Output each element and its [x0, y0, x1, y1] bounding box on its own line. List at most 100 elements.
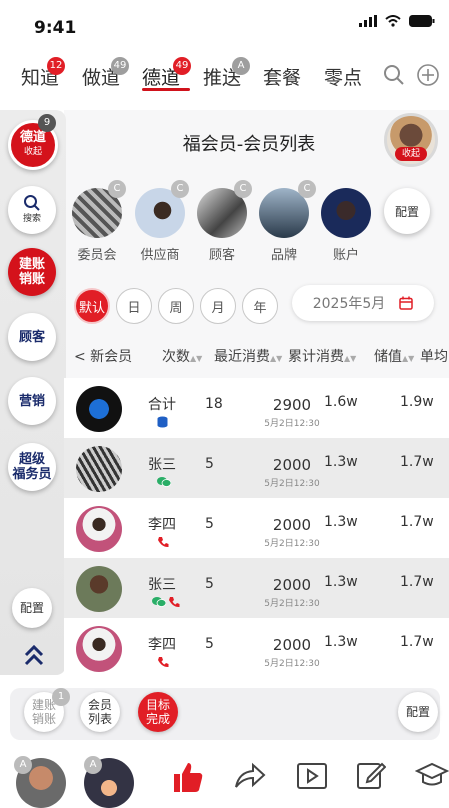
category-label: 账户: [332, 248, 359, 263]
date-picker[interactable]: 2025年5月: [292, 285, 434, 321]
category-committee[interactable]: 委员会: [70, 188, 124, 263]
filter-week[interactable]: 周: [158, 288, 194, 324]
table-row[interactable]: 李四 5 2000 5月2日12:30 1.3w 1.7w: [64, 498, 449, 558]
sidebar-item-sublabel: 收起: [23, 147, 42, 157]
thumbs-up-icon[interactable]: [170, 760, 204, 794]
column-header-stored[interactable]: 储值▲▼: [374, 346, 414, 366]
table-row[interactable]: 合计 18 2900 5月2日12:30 1.6w 1.9w: [64, 378, 449, 438]
avatar: [76, 386, 122, 432]
visit-count: 5: [205, 516, 214, 532]
sidebar-customer-button[interactable]: 顾客: [8, 313, 56, 361]
tab-badge: 49: [173, 57, 191, 75]
stored-value: 1.7w: [400, 454, 434, 470]
tab-lingdian[interactable]: 零点: [324, 63, 362, 90]
recent-amount: 2000: [272, 516, 312, 534]
signal-icon: [359, 15, 377, 27]
column-header-new-member[interactable]: < 新会员: [74, 346, 132, 366]
dock-badge: A: [84, 756, 102, 774]
recent-amount: 2000: [272, 636, 312, 654]
category-label: 品牌: [270, 248, 297, 263]
column-header-recent[interactable]: 最近消费▲▼: [214, 346, 282, 366]
bottom-dock: A A: [0, 752, 449, 808]
calendar-icon: [399, 296, 414, 310]
status-icons: [359, 15, 435, 27]
recent-time: 5月2日12:30: [264, 479, 320, 489]
edit-icon[interactable]: [356, 760, 386, 790]
stored-value: 1.9w: [400, 394, 434, 410]
recent-amount: 2000: [272, 576, 312, 594]
sidebar-search-button[interactable]: 搜索: [8, 186, 56, 234]
member-name: 张三: [148, 577, 176, 593]
total-spend: 1.3w: [324, 634, 358, 650]
filter-year[interactable]: 年: [242, 288, 278, 324]
sidebar-super-button[interactable]: 超级 福务员: [8, 443, 56, 491]
stored-value: 1.7w: [400, 514, 434, 530]
dock-badge: A: [14, 756, 32, 774]
table-row[interactable]: 李四 5 2000 5月2日12:30 1.3w 1.7w: [64, 618, 449, 678]
left-sidebar: 德道 收起 9 搜索 建账 销账 顾客 营销 超级 福务员 配置: [0, 110, 66, 675]
bottom-action-bar: 建账 销账 1 会员 列表 目标 完成 配置: [10, 688, 440, 740]
recent-amount: 2000: [272, 456, 312, 474]
category-account[interactable]: 账户: [319, 188, 373, 263]
category-config-button[interactable]: 配置: [384, 188, 430, 234]
sidebar-config-button[interactable]: 配置: [12, 588, 52, 628]
total-spend: 1.3w: [324, 514, 358, 530]
user-avatar[interactable]: 收起: [384, 113, 438, 167]
tab-badge: A: [232, 57, 250, 75]
filter-day[interactable]: 日: [116, 288, 152, 324]
recent-time: 5月2日12:30: [264, 599, 320, 609]
total-spend: 1.3w: [324, 454, 358, 470]
column-header-total[interactable]: 累计消费▲▼: [288, 346, 356, 366]
table-row[interactable]: 张三 5 2000 5月2日12:30 1.3w 1.7w: [64, 558, 449, 618]
avatar: [76, 566, 122, 612]
phone-icon: [157, 536, 169, 551]
column-header-count[interactable]: 次数▲▼: [162, 346, 202, 366]
sidebar-badge: 9: [38, 114, 56, 132]
bottom-config-button[interactable]: 配置: [398, 692, 438, 732]
visit-count: 5: [205, 576, 214, 592]
column-header-avg[interactable]: 单均: [420, 346, 449, 366]
filter-default[interactable]: 默认: [74, 288, 110, 324]
tab-badge: 12: [47, 57, 65, 75]
column-label: 次数: [162, 349, 190, 365]
sidebar-marketing-button[interactable]: 营销: [8, 377, 56, 425]
search-icon: [24, 194, 40, 211]
category-badge: C: [171, 180, 189, 198]
column-label: 最近消费: [214, 349, 270, 365]
filter-month[interactable]: 月: [200, 288, 236, 324]
sidebar-account-button[interactable]: 建账 销账: [8, 248, 56, 296]
table-row[interactable]: 张三 5 2000 5月2日12:30 1.3w 1.7w: [64, 438, 449, 498]
category-label: 供应商: [140, 248, 180, 263]
avatar: [76, 506, 122, 552]
total-spend: 1.6w: [324, 394, 358, 410]
double-chevron-up-icon[interactable]: [24, 644, 44, 666]
video-icon[interactable]: [296, 762, 328, 790]
target-complete-button[interactable]: 目标 完成: [138, 692, 178, 732]
tab-label: 套餐: [263, 67, 302, 89]
member-name: 李四: [148, 637, 176, 653]
category-image: [321, 188, 371, 238]
search-icon[interactable]: [383, 64, 405, 86]
table-header: < 新会员 次数▲▼ 最近消费▲▼ 累计消费▲▼ 储值▲▼ 单均: [64, 342, 449, 372]
sidebar-item-label: 德道: [19, 130, 46, 145]
graduation-cap-icon[interactable]: [415, 762, 449, 788]
total-spend: 1.3w: [324, 574, 358, 590]
category-badge: C: [108, 180, 126, 198]
category-customer[interactable]: 顾客: [195, 188, 249, 263]
add-icon[interactable]: [416, 63, 440, 87]
avatar: [76, 626, 122, 672]
recent-time: 5月2日12:30: [264, 539, 320, 549]
tab-label: 零点: [324, 67, 363, 89]
category-supplier[interactable]: 供应商: [133, 188, 187, 263]
phone-icon: [157, 656, 169, 671]
member-list-button[interactable]: 会员 列表: [80, 692, 120, 732]
filter-row: 默认 日 周 月 年 2025年5月: [64, 280, 439, 326]
tab-taocan[interactable]: 套餐: [263, 63, 301, 90]
account-badge: 1: [52, 688, 70, 706]
category-brand[interactable]: 品牌: [257, 188, 311, 263]
recent-time: 5月2日12:30: [264, 659, 320, 669]
avatar: [76, 446, 122, 492]
share-icon[interactable]: [233, 762, 267, 790]
recent-amount: 2900: [272, 396, 312, 414]
column-label: 储值: [374, 349, 402, 365]
